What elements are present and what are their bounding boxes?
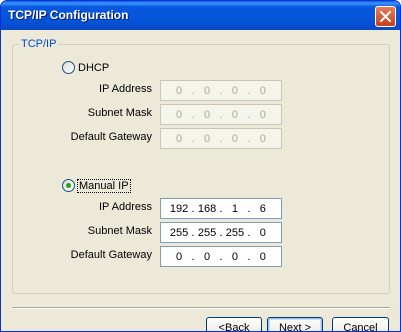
close-button[interactable]	[375, 6, 396, 27]
ip-segment[interactable]: 0	[251, 251, 275, 263]
dialog-window: TCP/IP Configuration TCP/IP DHCP IP Addr…	[0, 0, 401, 332]
dhcp-radio-option[interactable]: DHCP	[62, 61, 109, 74]
dhcp-ip-address-label: IP Address	[99, 83, 152, 95]
dhcp-subnet-mask-label: Subnet Mask	[87, 107, 152, 119]
back-label-rest: ack	[232, 321, 250, 332]
ip-segment[interactable]: 168	[195, 203, 219, 215]
ip-segment[interactable]: 0	[195, 251, 219, 263]
next-button[interactable]: Next >	[267, 317, 323, 332]
group-label: TCP/IP	[19, 38, 59, 50]
manual-ip-radio-label: Manual IP	[77, 178, 131, 193]
manual-ip-radio-button[interactable]	[62, 179, 75, 192]
ip-segment: 0	[259, 132, 266, 145]
ip-segment[interactable]: 1	[223, 203, 247, 215]
close-icon	[380, 11, 391, 22]
manual-ip-radio-option[interactable]: Manual IP	[62, 178, 131, 193]
ip-segment: 0	[231, 108, 238, 121]
ip-segment[interactable]: 192	[167, 203, 191, 215]
manual-subnet-mask-field[interactable]: 255. 255. 255. 0	[160, 222, 282, 243]
ip-segment[interactable]: 255	[195, 227, 219, 239]
next-label-accel: N	[278, 321, 287, 332]
dhcp-ip-address-field: 0. 0. 0. 0	[160, 80, 282, 101]
dhcp-default-gateway-field: 0. 0. 0. 0	[160, 128, 282, 149]
dhcp-default-gateway-label: Default Gateway	[70, 131, 152, 143]
manual-ip-address-field[interactable]: 192. 168. 1. 6	[160, 198, 282, 219]
ip-segment: 0	[176, 84, 183, 97]
ip-segment[interactable]: 255	[223, 227, 247, 239]
ip-segment: 0	[231, 132, 238, 145]
ip-segment: 0	[176, 132, 183, 145]
ip-segment[interactable]: 0	[251, 227, 275, 239]
tcpip-groupbox: TCP/IP DHCP IP Address 0. 0. 0. 0 Subnet…	[12, 38, 390, 294]
ip-segment: 0	[259, 84, 266, 97]
ip-segment: 0	[203, 108, 211, 121]
dialog-content: TCP/IP DHCP IP Address 0. 0. 0. 0 Subnet…	[4, 30, 397, 332]
dhcp-radio-button[interactable]	[62, 61, 75, 74]
ip-segment[interactable]: 0	[223, 251, 247, 263]
ip-segment: 0	[231, 84, 238, 97]
ip-segment: 0	[203, 84, 211, 97]
ip-segment: 0	[259, 108, 266, 121]
manual-default-gateway-field[interactable]: 0. 0. 0. 0	[160, 246, 282, 267]
ip-segment: 0	[203, 132, 211, 145]
cancel-label: Cancel	[343, 321, 378, 332]
window-title: TCP/IP Configuration	[8, 8, 129, 22]
dhcp-radio-label: DHCP	[78, 61, 110, 74]
next-label-rest: ext >	[286, 321, 312, 332]
manual-default-gateway-label: Default Gateway	[70, 249, 152, 261]
ip-segment[interactable]: 255	[167, 227, 191, 239]
back-button[interactable]: < Back	[206, 317, 262, 332]
ip-segment: 0	[176, 108, 183, 121]
manual-subnet-mask-label: Subnet Mask	[87, 225, 152, 237]
back-label-accel: B	[224, 321, 233, 332]
cancel-button[interactable]: Cancel	[332, 317, 389, 332]
dhcp-subnet-mask-field: 0. 0. 0. 0	[160, 104, 282, 125]
ip-segment[interactable]: 0	[167, 251, 191, 263]
title-bar[interactable]: TCP/IP Configuration	[1, 1, 400, 30]
manual-ip-address-label: IP Address	[99, 201, 152, 213]
ip-segment[interactable]: 6	[251, 203, 275, 215]
button-separator	[12, 307, 390, 309]
